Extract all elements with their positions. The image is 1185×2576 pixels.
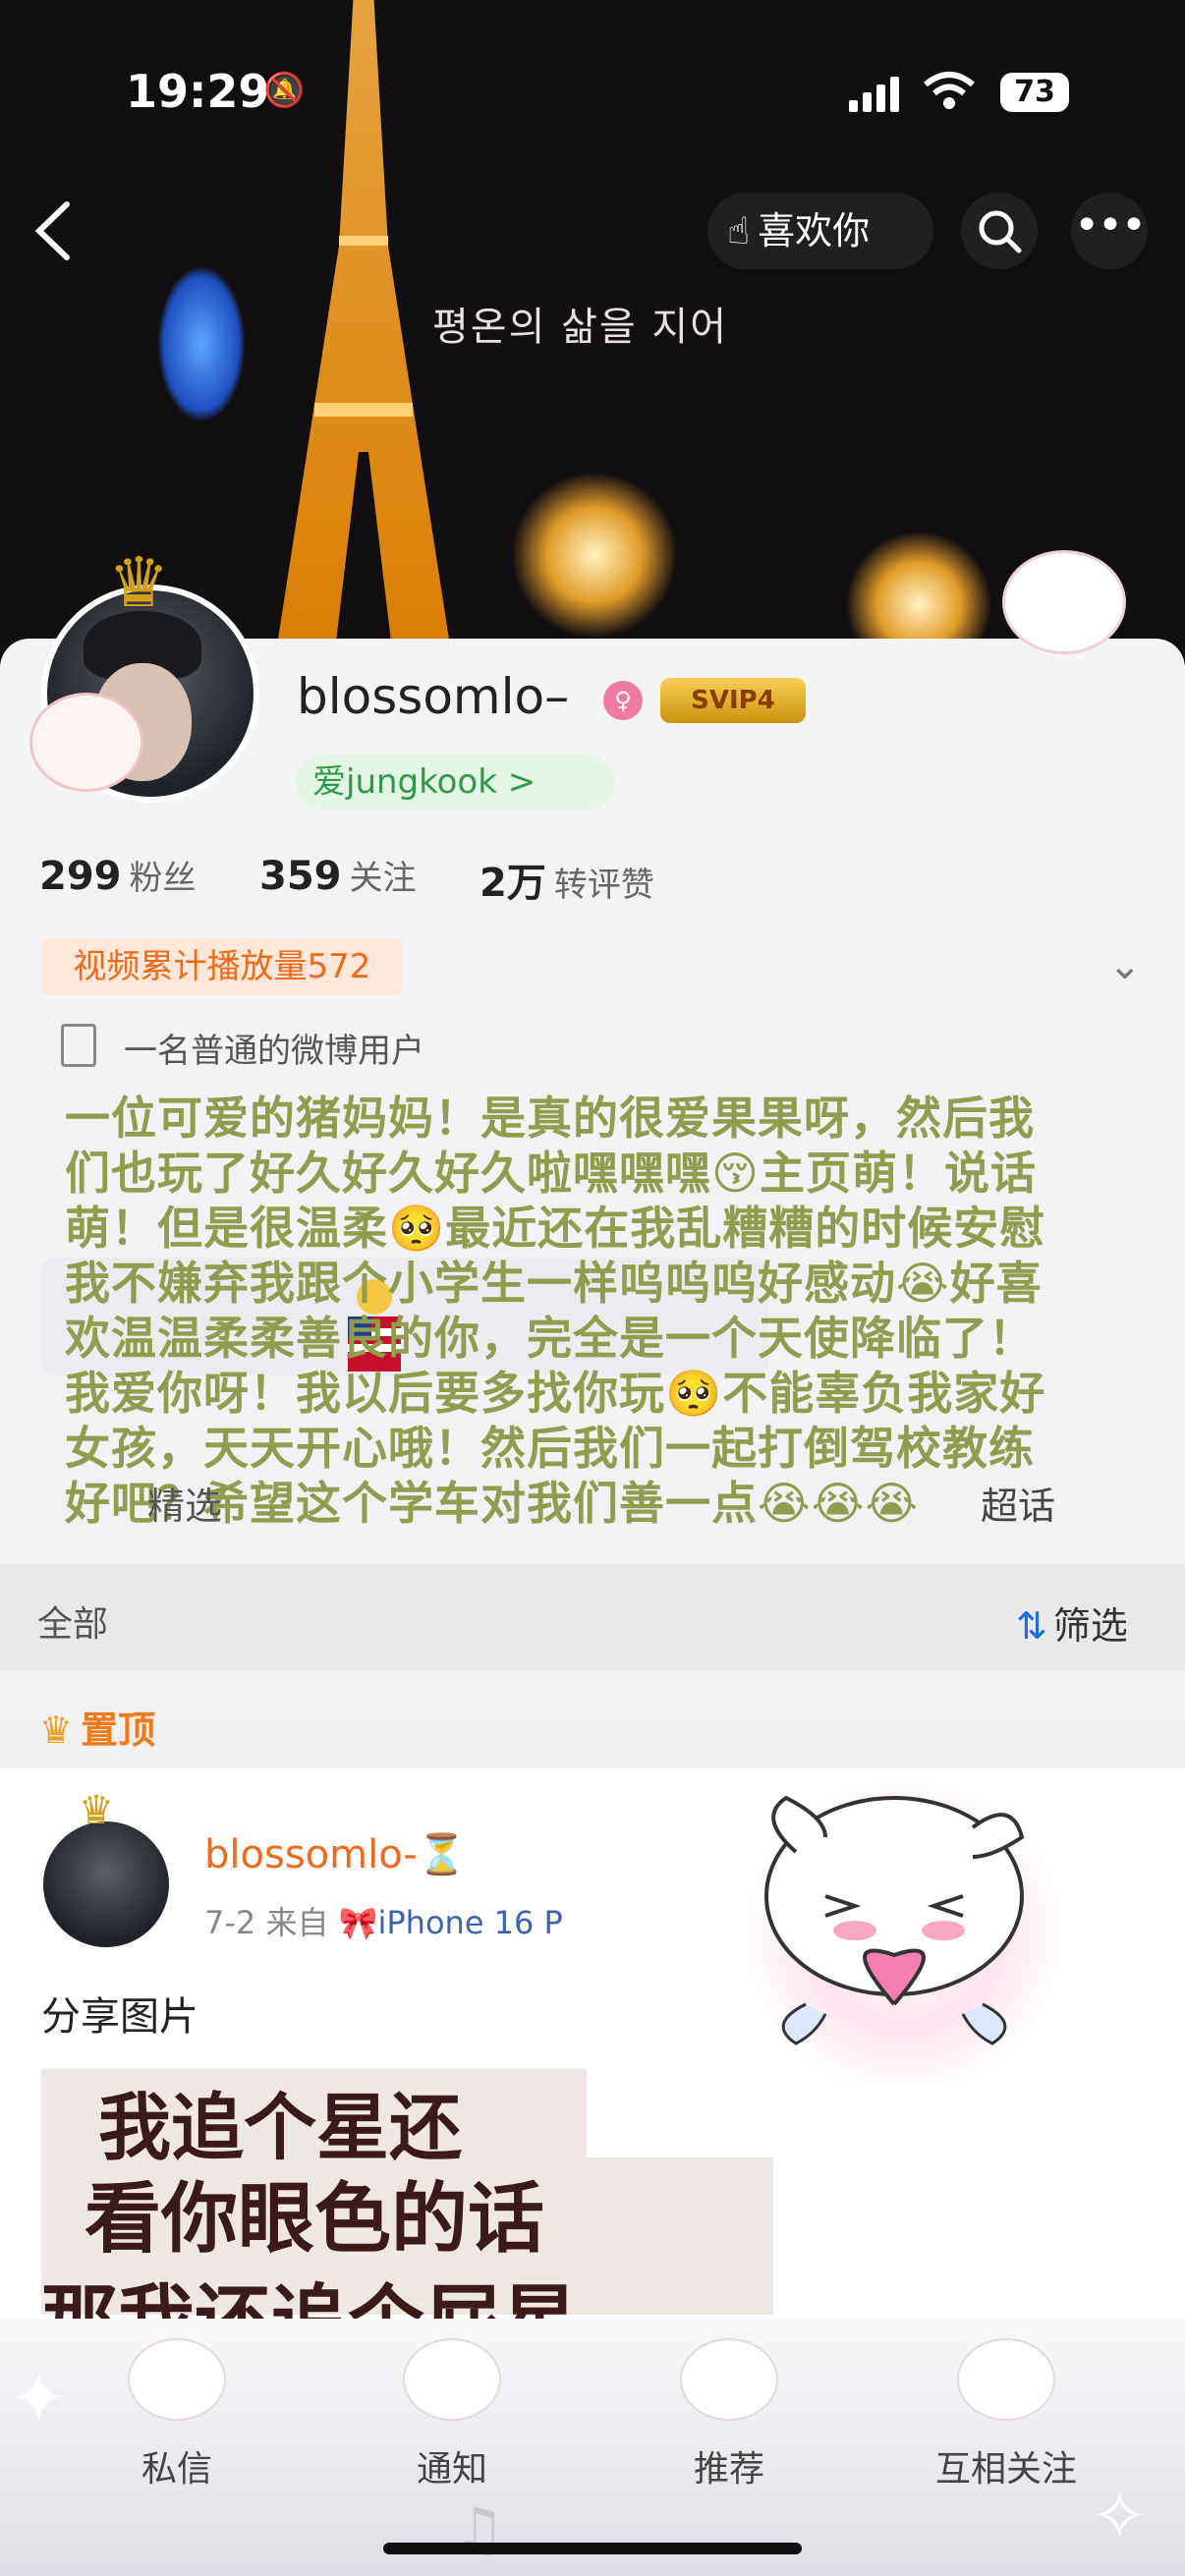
star-decoration-icon: ✦	[10, 2358, 68, 2438]
overlay-comment: 一位可爱的猪妈妈！是真的很爱果果呀，然后我们也玩了好久好久好久啦嘿嘿嘿😚主页萌！…	[65, 1092, 1046, 1530]
crown-icon: ♛	[108, 542, 170, 623]
chevron-down-icon[interactable]: ⌄	[1108, 943, 1142, 988]
profile-bio: 一名普通的微博用户	[124, 1032, 424, 1071]
tab-chaohua[interactable]: 超话	[981, 1476, 1055, 1530]
drone-lights	[157, 265, 246, 422]
fan-badge-label: 爱jungkook >	[312, 762, 536, 802]
post-text: 分享图片	[41, 1994, 198, 2040]
stat-following[interactable]: 359 关注	[259, 851, 417, 899]
filter-bar	[0, 1564, 1185, 1670]
stat-value: 299	[39, 854, 122, 899]
bow-icon: 🎀	[338, 1904, 378, 1941]
post-meta: 7-2 来自 🎀iPhone 16 P	[204, 1898, 563, 1943]
more-options-button[interactable]: •••	[1071, 193, 1148, 269]
stat-interactions[interactable]: 2万 转评赞	[480, 851, 654, 908]
svip-badge[interactable]: SVIP4	[660, 678, 806, 723]
tab-label: 私信	[141, 2449, 212, 2490]
crown-icon: ♛	[79, 1788, 114, 1833]
stat-value: 2万	[480, 861, 546, 906]
pet-sticker-icon	[29, 693, 143, 792]
chevron-left-icon	[34, 201, 70, 260]
hand-gesture-icon: ☝	[727, 209, 751, 252]
pinned-text: 置顶	[81, 1708, 156, 1752]
tab-notifications[interactable]: 通知	[373, 2338, 531, 2492]
stat-label: 关注	[349, 859, 417, 898]
more-dots-icon: •••	[1074, 200, 1147, 251]
tab-featured[interactable]: 精选	[147, 1476, 222, 1530]
tab-label: 通知	[416, 2449, 487, 2490]
post-author[interactable]: blossomlo-⏳	[204, 1831, 467, 1877]
stat-label: 转评赞	[553, 866, 654, 905]
post-image-line: 看你眼色的话	[85, 2174, 545, 2264]
firework	[511, 472, 678, 639]
tab-label: 推荐	[693, 2449, 764, 2490]
like-you-label: 喜欢你	[758, 209, 871, 252]
pinned-label: ♛ 置顶	[39, 1700, 155, 1754]
bell-mute-icon: 🔕	[263, 71, 306, 110]
filter-label: 筛选	[1052, 1604, 1128, 1648]
tab-recommend[interactable]: 推荐	[650, 2338, 808, 2492]
post-date: 7-2	[204, 1904, 256, 1941]
mutual-follow-bunny-icon	[957, 2338, 1055, 2421]
like-you-button[interactable]: ☝ 喜欢你	[707, 193, 933, 269]
heart-puppy-sticker-icon	[747, 1778, 1061, 2083]
sort-filter-icon: ⇅	[1016, 1604, 1047, 1648]
status-time: 19:29	[126, 65, 270, 118]
recommend-paw-icon	[680, 2338, 778, 2421]
tab-mutual-follow[interactable]: 互相关注	[928, 2338, 1085, 2492]
star-decoration-icon: ✧	[1091, 2476, 1149, 2556]
tab-messages[interactable]: 私信	[98, 2338, 255, 2492]
fan-badge[interactable]: 爱jungkook >	[295, 755, 615, 810]
video-play-count[interactable]: 视频累计播放量572	[41, 938, 403, 995]
stat-label: 粉丝	[129, 859, 197, 898]
crown-icon: ♛	[39, 1708, 74, 1752]
all-posts-label[interactable]: 全部	[37, 1596, 108, 1647]
tab-label: 互相关注	[934, 2449, 1077, 2490]
bunny-umbrella-sticker-icon	[1002, 550, 1126, 654]
search-icon	[979, 210, 1022, 253]
post-source-prefix: 来自	[265, 1904, 329, 1941]
search-button[interactable]	[961, 193, 1038, 269]
profile-username: blossomlo–	[297, 668, 570, 725]
post-device[interactable]: iPhone 16 P	[377, 1904, 562, 1941]
post-avatar[interactable]	[39, 1818, 173, 1951]
home-indicator	[383, 2543, 802, 2554]
battery-indicator: 73	[1000, 73, 1069, 112]
gender-female-icon: ♀	[603, 681, 643, 720]
notification-bunny-icon	[403, 2338, 501, 2421]
wifi-icon	[924, 72, 975, 109]
filter-button[interactable]: ⇅ 筛选	[1016, 1596, 1128, 1650]
signal-icon	[849, 77, 899, 112]
stat-followers[interactable]: 299 粉丝	[39, 851, 197, 899]
stat-value: 359	[259, 854, 342, 899]
message-bunny-icon	[128, 2338, 226, 2421]
document-icon	[61, 1024, 96, 1067]
photo-caption: 평온의 삶을 지어	[432, 305, 729, 350]
back-button[interactable]	[29, 196, 79, 265]
